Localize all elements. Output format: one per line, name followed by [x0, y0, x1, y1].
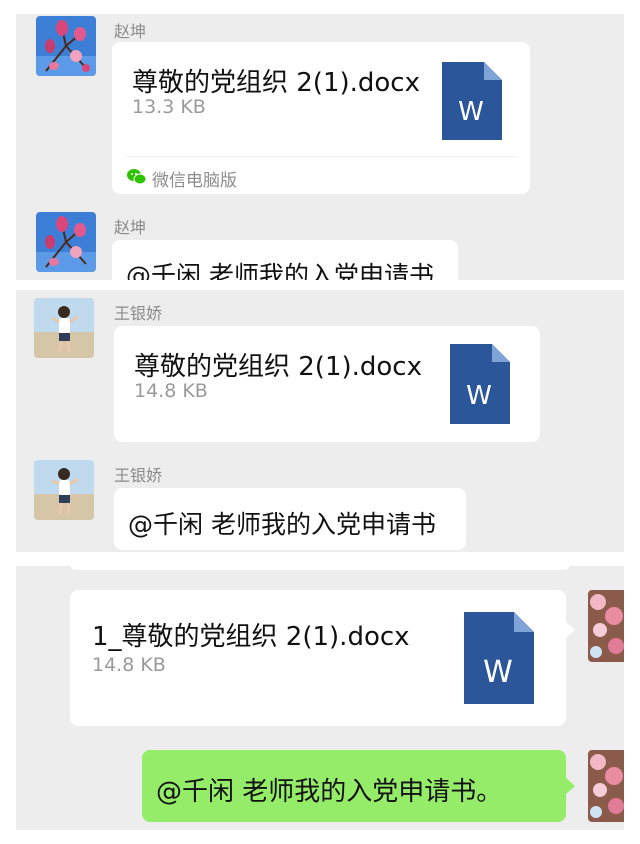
bubble-tail: [566, 778, 575, 794]
avatar-child[interactable]: [34, 298, 94, 358]
wechat-logo-icon: [126, 166, 148, 188]
chat-screenshot-1: 赵坤 尊敬的党组织 2(1).docx 13.3 KB W 微信电脑版 赵坤 @…: [16, 14, 624, 280]
sent-text-message-bubble[interactable]: @千闲 老师我的入党申请书。: [142, 750, 566, 822]
message-text: @千闲 老师我的入党申请书: [128, 510, 436, 539]
cropped-message-bubble: [70, 566, 570, 570]
avatar-magnolia[interactable]: [36, 16, 96, 76]
source-label: 微信电脑版: [152, 171, 237, 191]
word-document-icon: W: [464, 612, 534, 708]
file-name: 尊敬的党组织 2(1).docx: [132, 68, 420, 98]
file-size: 14.8 KB: [92, 654, 166, 676]
file-message-bubble[interactable]: 尊敬的党组织 2(1).docx 13.3 KB W 微信电脑版: [112, 42, 530, 194]
message-text: @千闲 老师我的入党申请书。: [156, 777, 503, 807]
text-message-bubble[interactable]: @千闲 老师我的入党申请书: [112, 240, 458, 280]
sender-name: 赵坤: [114, 22, 147, 41]
text-message-bubble[interactable]: @千闲 老师我的入党申请书: [114, 488, 466, 550]
divider: [126, 156, 516, 157]
chat-screenshot-3: 1_尊敬的党组织 2(1).docx 14.8 KB W @千闲 老师我的入党申…: [16, 566, 624, 830]
chat-screenshot-2: 王银娇 尊敬的党组织 2(1).docx 14.8 KB W 王银娇 @千闲 老…: [16, 290, 624, 552]
bubble-tail: [566, 622, 575, 638]
file-size: 13.3 KB: [132, 96, 206, 118]
avatar-blossom[interactable]: [588, 590, 624, 662]
sender-name: 王银娇: [114, 304, 163, 323]
file-name: 尊敬的党组织 2(1).docx: [134, 352, 422, 382]
message-text: @千闲 老师我的入党申请书: [126, 261, 434, 280]
avatar-blossom[interactable]: [588, 750, 624, 822]
file-message-bubble[interactable]: 尊敬的党组织 2(1).docx 14.8 KB W: [114, 326, 540, 442]
word-document-icon: W: [450, 344, 510, 428]
svg-text:W: W: [458, 97, 484, 127]
sender-name: 赵坤: [114, 218, 147, 237]
sender-name: 王银娇: [114, 466, 163, 485]
word-document-icon: W: [442, 62, 502, 144]
file-size: 14.8 KB: [134, 380, 208, 402]
sent-file-message-bubble[interactable]: 1_尊敬的党组织 2(1).docx 14.8 KB W: [70, 590, 566, 726]
svg-text:W: W: [466, 381, 492, 411]
avatar-child[interactable]: [34, 460, 94, 520]
svg-text:W: W: [483, 655, 513, 690]
file-name: 1_尊敬的党组织 2(1).docx: [92, 622, 410, 652]
avatar-magnolia[interactable]: [36, 212, 96, 272]
